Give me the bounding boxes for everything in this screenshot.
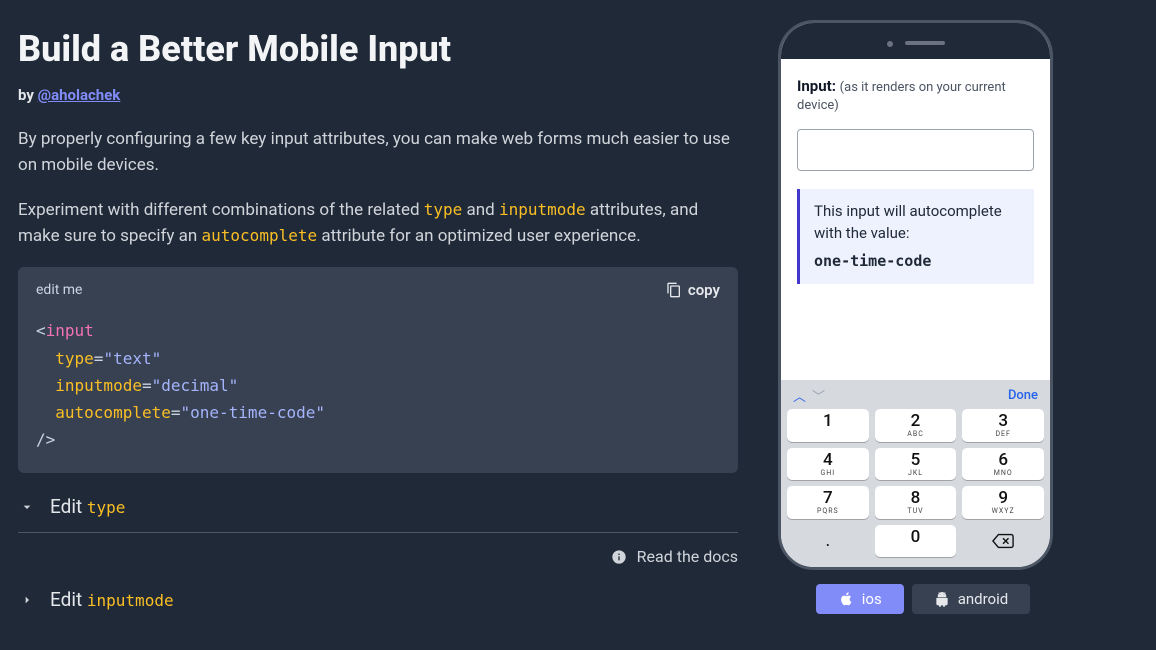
copy-icon	[666, 282, 682, 298]
key-9[interactable]: 9WXYZ	[962, 486, 1044, 518]
phone-mockup: Input: (as it renders on your current de…	[778, 20, 1053, 570]
key-6[interactable]: 6MNO	[962, 448, 1044, 480]
key-1[interactable]: 1	[787, 409, 869, 441]
page-title: Build a Better Mobile Input	[18, 28, 738, 70]
android-toggle-button[interactable]: android	[912, 584, 1031, 614]
docs-label: Read the docs	[637, 547, 738, 566]
chevron-right-icon	[18, 591, 36, 609]
code-content[interactable]: <input type="text" inputmode="decimal" a…	[36, 317, 720, 453]
ios-keyboard: ︿ ﹀ Done 1 2ABC 3DEF 4GHI 5JKL 6MNO 7PQR…	[781, 380, 1050, 567]
read-the-docs-link[interactable]: Read the docs	[18, 532, 738, 580]
code-inputmode: inputmode	[499, 200, 586, 219]
code-autocomplete: autocomplete	[202, 226, 318, 245]
info-icon	[611, 549, 627, 565]
copy-button[interactable]: copy	[666, 281, 720, 299]
edit-me-label: edit me	[36, 282, 82, 298]
ios-toggle-button[interactable]: ios	[816, 584, 904, 614]
key-8[interactable]: 8TUV	[875, 486, 957, 518]
code-editor[interactable]: edit me copy <input type="text" inputmod…	[18, 267, 738, 473]
key-backspace[interactable]	[962, 525, 1044, 557]
key-0[interactable]: 0	[875, 525, 957, 557]
demo-input[interactable]	[797, 129, 1034, 171]
intro-paragraph-1: By properly configuring a few key input …	[18, 126, 738, 179]
keyboard-done-button[interactable]: Done	[1008, 388, 1038, 403]
autocomplete-note: This input will autocomplete with the va…	[797, 189, 1034, 284]
key-7[interactable]: 7PQRS	[787, 486, 869, 518]
keyboard-next-icon[interactable]: ﹀	[812, 386, 825, 405]
key-3[interactable]: 3DEF	[962, 409, 1044, 441]
author-link[interactable]: @aholachek	[38, 86, 121, 104]
intro-paragraph-2: Experiment with different combinations o…	[18, 197, 738, 250]
by-prefix: by	[18, 86, 38, 104]
keyboard-prev-icon[interactable]: ︿	[793, 386, 806, 405]
input-label: Input: (as it renders on your current de…	[797, 77, 1034, 113]
key-4[interactable]: 4GHI	[787, 448, 869, 480]
key-dot[interactable]: .	[787, 525, 869, 557]
edit-type-toggle[interactable]: Edit type	[18, 495, 738, 532]
os-toggle: ios android	[778, 584, 1068, 614]
chevron-down-icon	[18, 498, 36, 516]
android-icon	[934, 591, 950, 607]
code-type: type	[424, 200, 463, 219]
key-5[interactable]: 5JKL	[875, 448, 957, 480]
edit-inputmode-toggle[interactable]: Edit inputmode	[18, 580, 738, 625]
phone-notch	[781, 23, 1050, 59]
key-2[interactable]: 2ABC	[875, 409, 957, 441]
apple-icon	[838, 591, 854, 607]
copy-label: copy	[688, 281, 720, 299]
backspace-icon	[992, 533, 1014, 549]
byline: by @aholachek	[18, 86, 738, 104]
